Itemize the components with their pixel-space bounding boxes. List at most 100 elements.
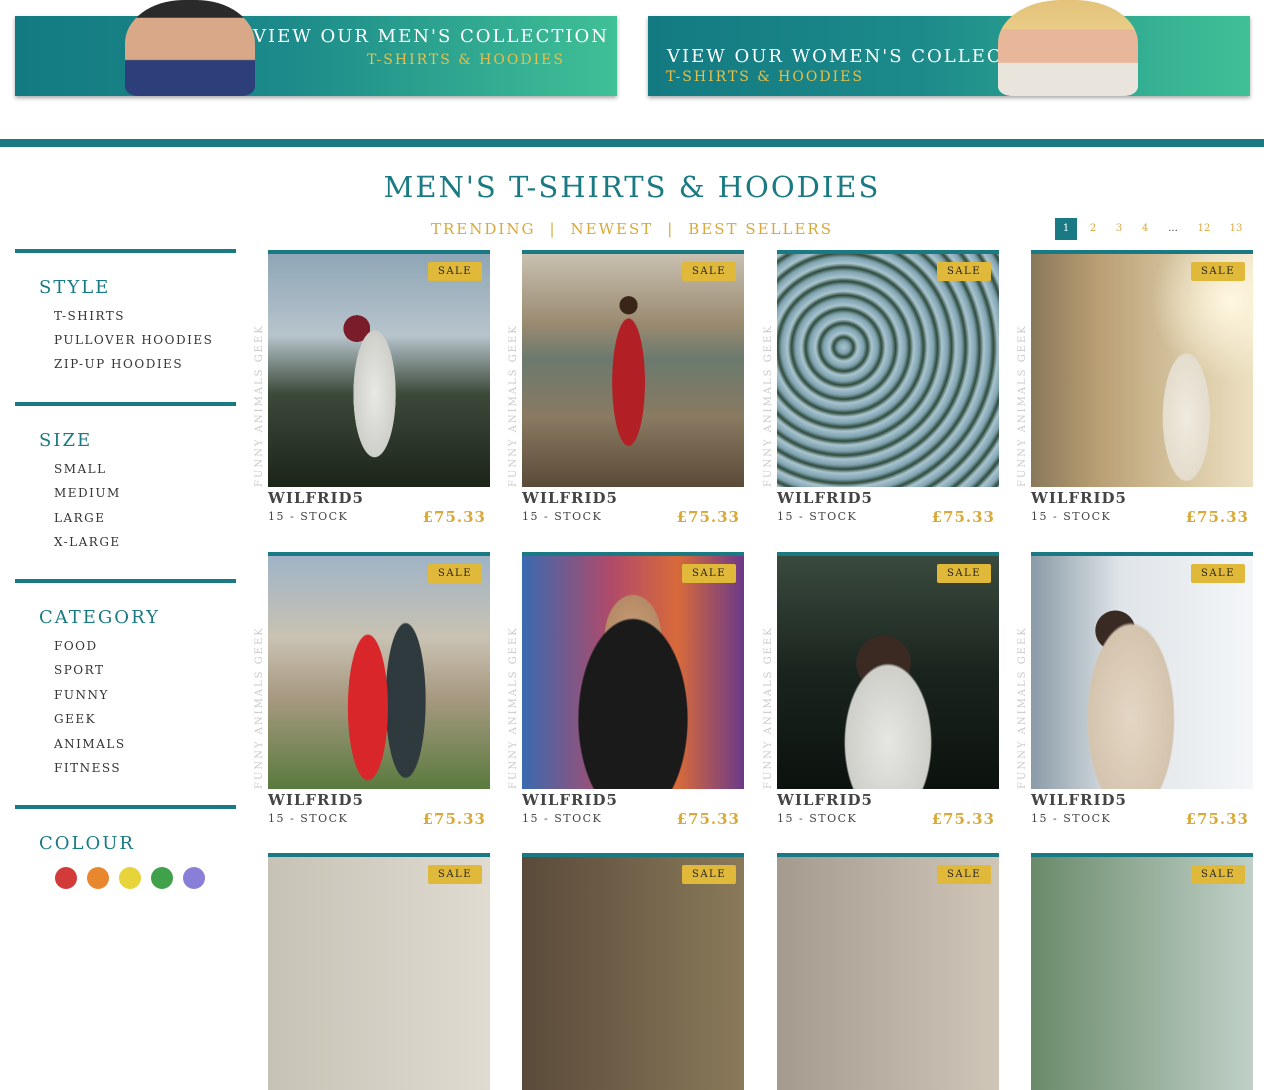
product-name[interactable]: WILFRID5 [268, 791, 364, 809]
sale-badge: SALE [936, 865, 991, 884]
category-option-sport[interactable]: SPORT [54, 663, 104, 677]
page-link-13[interactable]: 13 [1225, 218, 1247, 240]
category-option-fitness[interactable]: FITNESS [54, 761, 121, 775]
product-card[interactable]: SALE FUNNY ANIMALS GEEK WILFRID5 15 - STOCK… [254, 250, 490, 530]
product-image[interactable]: SALE [268, 552, 490, 789]
category-option-geek[interactable]: GEEK [54, 712, 96, 726]
product-name[interactable]: WILFRID5 [268, 489, 364, 507]
product-stock: 15 - STOCK [522, 510, 603, 523]
pagination: 1 2 3 4 ... 12 13 [1055, 218, 1253, 240]
style-option-zip-up-hoodies[interactable]: ZIP-UP HOODIES [54, 357, 183, 371]
sale-badge: SALE [936, 262, 991, 281]
product-image[interactable]: SALE [268, 250, 490, 487]
sale-badge: SALE [1190, 262, 1245, 281]
product-stock: 15 - STOCK [268, 812, 349, 825]
page-link-3[interactable]: 3 [1108, 218, 1130, 240]
female-model-image [998, 0, 1138, 96]
size-option-large[interactable]: LARGE [54, 511, 106, 525]
size-option-medium[interactable]: MEDIUM [54, 486, 121, 500]
sort-separator: | [667, 220, 675, 238]
product-card[interactable]: SALE [522, 853, 744, 1090]
product-tags: FUNNY ANIMALS GEEK [508, 324, 519, 487]
product-tags: FUNNY ANIMALS GEEK [254, 324, 265, 487]
colour-filter-title: COLOUR [39, 833, 135, 854]
product-card[interactable]: SALE FUNNY ANIMALS GEEK WILFRID5 15 - STOCK… [254, 552, 490, 832]
product-image[interactable]: SALE [1031, 250, 1253, 487]
product-tags: FUNNY ANIMALS GEEK [508, 626, 519, 789]
product-card[interactable]: SALE FUNNY ANIMALS GEEK WILFRID5 15 - STOCK… [763, 552, 999, 832]
category-filter-title: CATEGORY [39, 607, 160, 628]
colour-swatch[interactable] [87, 867, 109, 889]
colour-swatch[interactable] [151, 867, 173, 889]
product-tags: FUNNY ANIMALS GEEK [1017, 324, 1028, 487]
product-stock: 15 - STOCK [777, 812, 858, 825]
page-link-4[interactable]: 4 [1134, 218, 1156, 240]
product-image[interactable]: SALE [777, 552, 999, 789]
category-option-food[interactable]: FOOD [54, 639, 98, 653]
womens-collection-banner[interactable]: VIEW OUR WOMEN'S COLLECTION T-SHIRTS & H… [648, 0, 1250, 96]
mens-collection-banner[interactable]: VIEW OUR MEN'S COLLECTION T-SHIRTS & HOO… [15, 0, 617, 96]
category-filter: CATEGORY FOOD SPORT FUNNY GEEK ANIMALS F… [15, 579, 236, 805]
page-link-1[interactable]: 1 [1055, 218, 1077, 240]
style-option-pullover-hoodies[interactable]: PULLOVER HOODIES [54, 333, 213, 347]
product-stock: 15 - STOCK [1031, 510, 1112, 523]
product-card[interactable]: SALE FUNNY ANIMALS GEEK WILFRID5 15 - STOCK… [508, 552, 744, 832]
product-name[interactable]: WILFRID5 [522, 489, 618, 507]
product-image[interactable]: SALE [522, 552, 744, 789]
product-card[interactable]: SALE [777, 853, 999, 1090]
size-option-x-large[interactable]: X-LARGE [54, 535, 121, 549]
colour-filter: COLOUR [15, 805, 236, 889]
sale-badge: SALE [936, 564, 991, 583]
product-card[interactable]: SALE [268, 853, 490, 1090]
sale-badge: SALE [681, 564, 736, 583]
product-card[interactable]: SALE FUNNY ANIMALS GEEK WILFRID5 15 - STOCK… [1017, 552, 1253, 832]
womens-banner-subtitle: T-SHIRTS & HOODIES [666, 69, 864, 85]
sale-badge: SALE [1190, 865, 1245, 884]
product-name[interactable]: WILFRID5 [1031, 791, 1127, 809]
product-name[interactable]: WILFRID5 [1031, 489, 1127, 507]
product-tags: FUNNY ANIMALS GEEK [1017, 626, 1028, 789]
product-name[interactable]: WILFRID5 [777, 489, 873, 507]
category-option-animals[interactable]: ANIMALS [54, 737, 126, 751]
product-name[interactable]: WILFRID5 [777, 791, 873, 809]
product-price: £75.33 [1185, 810, 1249, 828]
sort-separator: | [549, 220, 557, 238]
product-card[interactable]: SALE [1031, 853, 1253, 1090]
product-image[interactable]: SALE [522, 853, 744, 1090]
sort-best-sellers-link[interactable]: BEST SELLERS [688, 220, 833, 238]
product-name[interactable]: WILFRID5 [522, 791, 618, 809]
section-divider [0, 139, 1264, 147]
size-option-small[interactable]: SMALL [54, 462, 107, 476]
product-price: £75.33 [931, 810, 995, 828]
colour-swatch[interactable] [55, 867, 77, 889]
colour-swatch[interactable] [183, 867, 205, 889]
product-card[interactable]: SALE FUNNY ANIMALS GEEK WILFRID5 15 - STOCK… [1017, 250, 1253, 530]
product-image[interactable]: SALE [777, 250, 999, 487]
sort-trending-link[interactable]: TRENDING [431, 220, 535, 238]
size-filter-title: SIZE [39, 430, 93, 451]
product-price: £75.33 [422, 508, 486, 526]
sale-badge: SALE [427, 564, 482, 583]
product-image[interactable]: SALE [777, 853, 999, 1090]
product-card[interactable]: SALE FUNNY ANIMALS GEEK WILFRID5 15 - STOCK… [763, 250, 999, 530]
colour-swatch[interactable] [119, 867, 141, 889]
style-option-t-shirts[interactable]: T-SHIRTS [54, 309, 125, 323]
product-card[interactable]: SALE FUNNY ANIMALS GEEK WILFRID5 15 - STOCK… [508, 250, 744, 530]
sale-badge: SALE [681, 865, 736, 884]
sale-badge: SALE [681, 262, 736, 281]
page-link-12[interactable]: 12 [1193, 218, 1215, 240]
product-tags: FUNNY ANIMALS GEEK [763, 626, 774, 789]
sort-newest-link[interactable]: NEWEST [571, 220, 654, 238]
product-image[interactable]: SALE [1031, 552, 1253, 789]
product-image[interactable]: SALE [522, 250, 744, 487]
product-price: £75.33 [931, 508, 995, 526]
mens-banner-title: VIEW OUR MEN'S COLLECTION [253, 26, 609, 47]
product-stock: 15 - STOCK [522, 812, 603, 825]
sale-badge: SALE [427, 262, 482, 281]
product-image[interactable]: SALE [268, 853, 490, 1090]
product-stock: 15 - STOCK [268, 510, 349, 523]
product-price: £75.33 [676, 810, 740, 828]
product-image[interactable]: SALE [1031, 853, 1253, 1090]
category-option-funny[interactable]: FUNNY [54, 688, 109, 702]
page-link-2[interactable]: 2 [1082, 218, 1104, 240]
